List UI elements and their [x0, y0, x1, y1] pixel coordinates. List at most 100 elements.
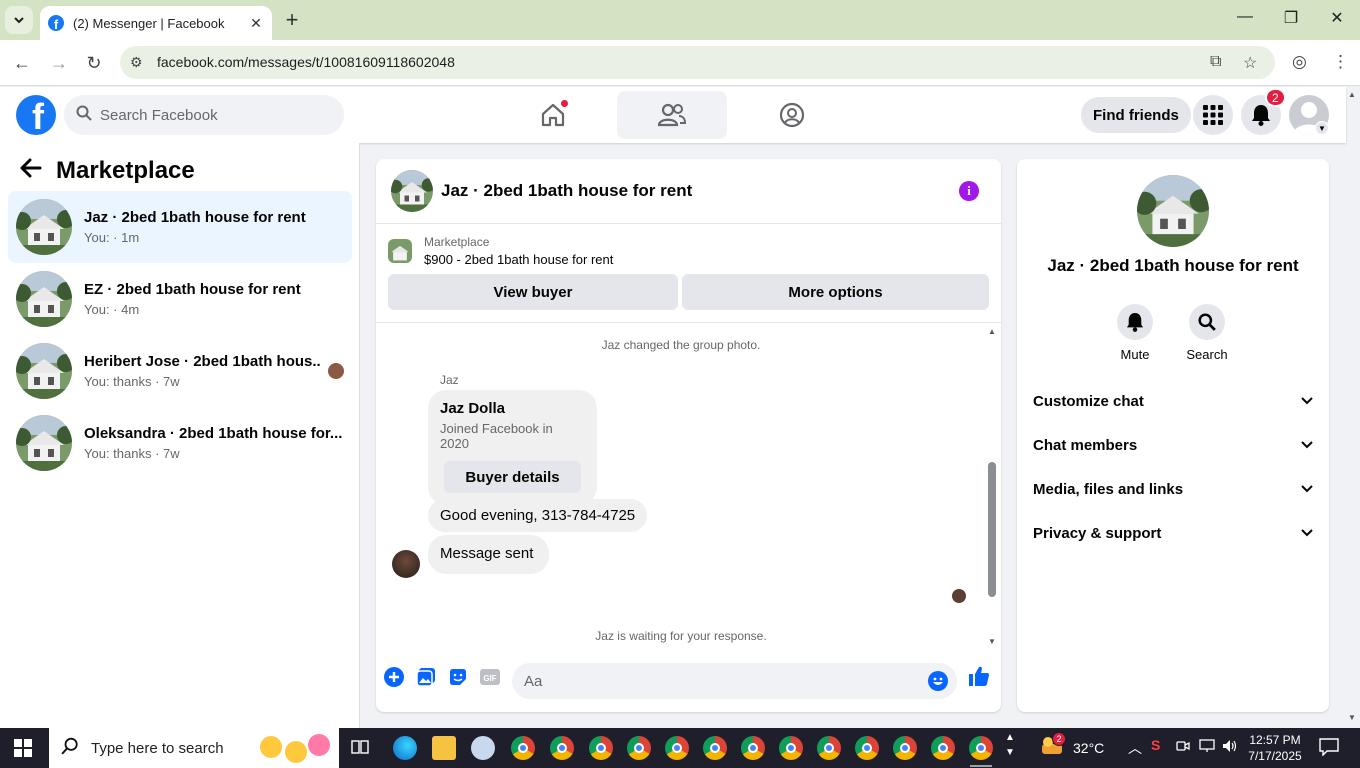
scroll-thumb[interactable] [988, 462, 996, 597]
site-settings-icon[interactable]: ⚙ [130, 54, 143, 71]
thread-scrollbar[interactable]: ▲ ▼ [987, 327, 997, 647]
facebook-search[interactable] [64, 95, 344, 135]
message-input[interactable] [512, 663, 957, 699]
photo-icon[interactable] [415, 666, 437, 688]
chrome-icon[interactable] [969, 736, 993, 760]
section-chat-members[interactable]: Chat members [1025, 425, 1321, 465]
search-in-chat-button[interactable]: Search [1177, 304, 1237, 362]
nav-tab-friends[interactable] [617, 91, 727, 139]
sticker-icon[interactable] [447, 666, 469, 688]
file-explorer-icon[interactable] [432, 736, 456, 760]
chat-name: Jaz · 2bed 1bath house for rent [1047, 256, 1299, 275]
chrome-icon[interactable] [779, 736, 803, 760]
minimize-button[interactable]: — [1230, 8, 1260, 26]
back-button[interactable]: ← [10, 51, 34, 75]
facebook-logo-icon[interactable]: f [16, 95, 56, 135]
chrome-icon[interactable] [589, 736, 613, 760]
section-customize-chat[interactable]: Customize chat [1025, 381, 1321, 421]
chrome-icon[interactable] [550, 736, 574, 760]
close-window-button[interactable]: ✕ [1322, 8, 1352, 28]
sender-name: Jaz [440, 373, 459, 387]
view-buyer-button[interactable]: View buyer [388, 274, 678, 310]
chrome-icon[interactable] [665, 736, 689, 760]
mute-button[interactable]: Mute [1105, 304, 1165, 362]
edge-icon[interactable] [393, 736, 417, 760]
sender-avatar[interactable] [392, 550, 420, 578]
taskbar-scroll-icon[interactable]: ▲ ▼ [1005, 730, 1015, 760]
bell-icon [1252, 105, 1270, 126]
volume-icon[interactable] [1222, 739, 1238, 756]
conversation-item[interactable]: Jaz · 2bed 1bath house for rent You: · 1… [8, 191, 352, 263]
maximize-button[interactable]: ❐ [1276, 8, 1306, 28]
conversation-item[interactable]: Heribert Jose · 2bed 1bath hous... You: … [8, 335, 352, 407]
browser-menu-icon[interactable]: ⋮ [1332, 52, 1349, 72]
page-scroll-down-icon[interactable]: ▼ [1348, 713, 1356, 722]
gif-icon[interactable]: GIF [479, 666, 501, 688]
thumbs-up-icon[interactable] [967, 664, 991, 688]
page-scroll-up-icon[interactable]: ▲ [1348, 90, 1356, 99]
buyer-details-button[interactable]: Buyer details [444, 461, 581, 493]
scroll-up-icon[interactable]: ▲ [987, 327, 997, 336]
conversation-item[interactable]: Oleksandra · 2bed 1bath house for... You… [8, 407, 352, 479]
find-friends-button[interactable]: Find friends [1081, 97, 1191, 133]
buyer-joined-date: Joined Facebook in 2020 [440, 421, 553, 451]
plus-icon[interactable] [383, 666, 405, 688]
forward-button[interactable]: → [47, 51, 71, 75]
listing-summary[interactable]: Marketplace $900 - 2bed 1bath house for … [388, 235, 613, 267]
address-bar[interactable]: ⚙ facebook.com/messages/t/10081609118602… [120, 46, 1275, 79]
waiting-notice: Jaz is waiting for your response. [595, 629, 767, 643]
bookmark-star-icon[interactable]: ☆ [1243, 53, 1257, 73]
emoji-icon[interactable] [928, 671, 948, 691]
chrome-icon[interactable] [703, 736, 727, 760]
chrome-icon[interactable] [741, 736, 765, 760]
chat-header[interactable]: Jaz · 2bed 1bath house for rent i [376, 159, 1001, 224]
conversation-item[interactable]: EZ · 2bed 1bath house for rent You: · 4m [8, 263, 352, 335]
nav-tab-home[interactable] [498, 91, 608, 139]
chrome-icon[interactable] [893, 736, 917, 760]
chrome-icon[interactable] [931, 736, 955, 760]
svg-text:GIF: GIF [483, 674, 496, 683]
conversation-name: Oleksandra · 2bed 1bath house for... [84, 425, 343, 442]
search-input[interactable] [100, 106, 320, 124]
more-options-button[interactable]: More options [682, 274, 989, 310]
security-app-icon[interactable]: S [1151, 737, 1160, 753]
tab-search-button[interactable] [5, 6, 33, 34]
windows-start-icon[interactable] [14, 739, 32, 757]
chrome-icon[interactable] [627, 736, 651, 760]
menu-button[interactable] [1193, 95, 1233, 135]
new-tab-button[interactable]: + [282, 8, 302, 32]
info-icon[interactable]: i [959, 181, 979, 201]
message-bubble[interactable]: Message sent [428, 535, 550, 574]
message-bubble[interactable]: Good evening, 313-784-4725 [428, 499, 648, 532]
section-media-files-links[interactable]: Media, files and links [1025, 469, 1321, 509]
install-app-icon[interactable]: ⧉ [1210, 53, 1221, 71]
scroll-down-icon[interactable]: ▼ [987, 637, 997, 646]
task-view-icon[interactable] [350, 737, 370, 760]
browser-tab-messenger[interactable]: f (2) Messenger | Facebook ✕ [40, 6, 272, 40]
reload-button[interactable]: ↻ [82, 51, 106, 75]
chrome-icon[interactable] [817, 736, 841, 760]
section-privacy-support[interactable]: Privacy & support [1025, 513, 1321, 553]
show-hidden-icons-icon[interactable]: ︿ [1128, 738, 1142, 758]
meet-now-icon[interactable] [1176, 739, 1190, 756]
account-chevron-icon[interactable]: ▼ [1315, 121, 1329, 135]
network-icon[interactable] [1199, 739, 1215, 756]
paint-app-icon[interactable] [471, 736, 495, 760]
nav-tab-groups[interactable] [737, 91, 847, 139]
system-clock[interactable]: 12:57 PM 7/17/2025 [1245, 732, 1305, 764]
conversation-preview: You: thanks · 7w [84, 374, 180, 389]
message-thread[interactable]: Jaz changed the group photo. Jaz Jaz Dol… [376, 322, 1001, 650]
notification-center-icon[interactable] [1319, 738, 1339, 759]
weather-temperature[interactable]: 32°C [1073, 740, 1104, 756]
search-label: Search [1186, 347, 1228, 362]
profile-icon[interactable]: ◎ [1292, 52, 1307, 72]
clock-time: 12:57 PM [1249, 733, 1301, 747]
chat-photo[interactable] [1137, 175, 1209, 247]
chrome-icon[interactable] [511, 736, 535, 760]
chrome-icon[interactable] [855, 736, 879, 760]
section-label: Customize chat [1033, 392, 1144, 410]
house-thumbnail [16, 271, 72, 327]
taskbar-search[interactable]: Type here to search [49, 728, 339, 768]
back-arrow-icon[interactable] [20, 157, 48, 185]
tab-close-icon[interactable]: ✕ [248, 15, 264, 32]
